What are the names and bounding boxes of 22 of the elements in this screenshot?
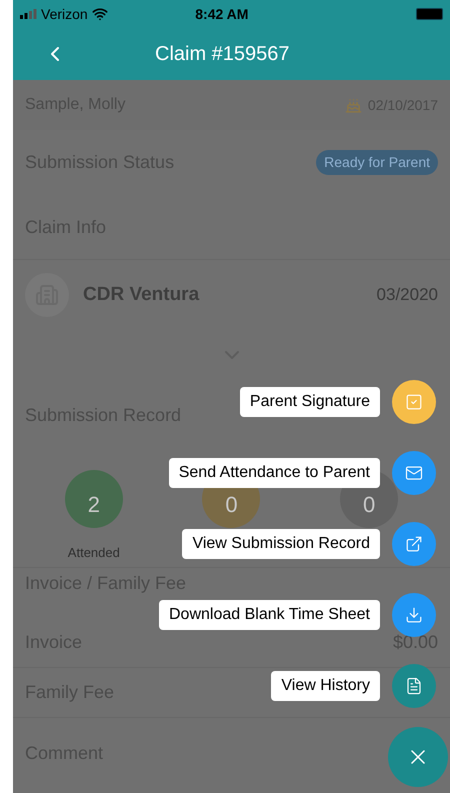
status-time: 8:42 AM xyxy=(195,4,248,24)
screen-title: Claim #159567 xyxy=(155,42,290,67)
battery-icon xyxy=(416,8,443,20)
count-value: 0 xyxy=(363,490,376,518)
document-icon xyxy=(405,677,423,695)
cake-icon xyxy=(344,96,362,114)
action-label[interactable]: View Submission Record xyxy=(182,529,380,559)
count-label: Attended xyxy=(68,544,120,562)
action-label[interactable]: Download Blank Time Sheet xyxy=(159,600,380,630)
carrier-name: Verizon xyxy=(41,4,88,24)
action-label[interactable]: Parent Signature xyxy=(240,387,380,417)
count-value: 0 xyxy=(225,490,238,518)
signal-icon xyxy=(20,9,37,19)
wifi-icon xyxy=(92,6,108,22)
external-link-icon xyxy=(405,535,423,553)
action-label[interactable]: View History xyxy=(271,671,380,701)
download-icon xyxy=(405,606,423,624)
count-value: 2 xyxy=(88,490,100,518)
signature-icon xyxy=(405,393,423,411)
mail-icon xyxy=(405,464,423,482)
status-badge: Ready for Parent xyxy=(316,150,438,175)
action-label[interactable]: Send Attendance to Parent xyxy=(168,458,380,488)
